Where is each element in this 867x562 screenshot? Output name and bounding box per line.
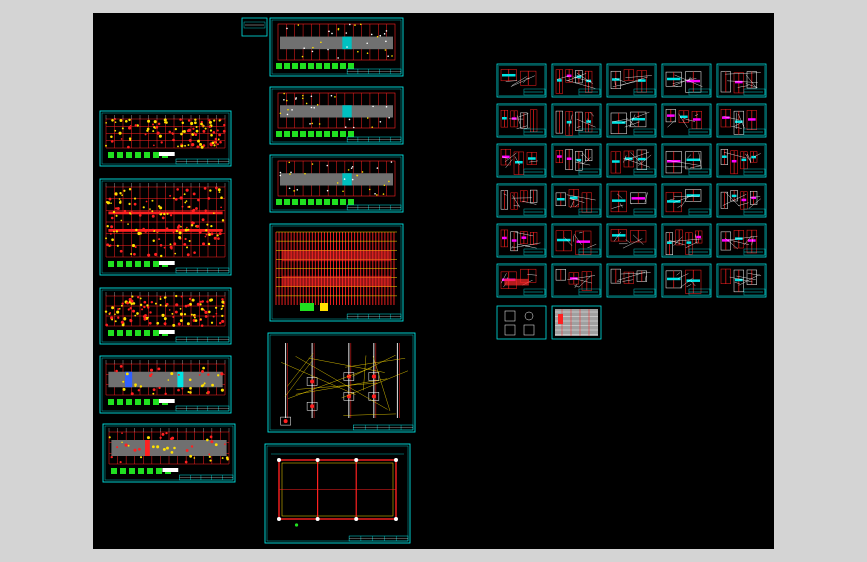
section-sheet-r5-c4[interactable] bbox=[661, 223, 712, 258]
plan-sheet-2[interactable] bbox=[99, 178, 232, 276]
section-sheet-r6-c3[interactable] bbox=[606, 263, 657, 298]
section-sheet-r5-c3[interactable] bbox=[606, 223, 657, 258]
section-sheet-r6-c2[interactable] bbox=[551, 263, 602, 298]
section-sheet-r3-c4[interactable] bbox=[661, 143, 712, 178]
section-sheet-r1-c2[interactable] bbox=[551, 63, 602, 98]
section-sheet-r2-c4[interactable] bbox=[661, 103, 712, 138]
cad-model-space[interactable] bbox=[93, 13, 774, 549]
section-sheet-r1-c1[interactable] bbox=[496, 63, 547, 98]
section-sheet-r4-c2[interactable] bbox=[551, 183, 602, 218]
section-sheet-r3-c5[interactable] bbox=[716, 143, 767, 178]
section-sheet-r5-c2[interactable] bbox=[551, 223, 602, 258]
frame-layout-sheet[interactable] bbox=[264, 443, 411, 544]
elevation-sheet-2[interactable] bbox=[269, 86, 404, 145]
plan-sheet-3[interactable] bbox=[99, 287, 232, 345]
schedule-table-sheet[interactable] bbox=[551, 305, 602, 340]
section-sheet-r2-c2[interactable] bbox=[551, 103, 602, 138]
symbol-legend-sheet[interactable] bbox=[496, 305, 547, 340]
section-sheet-r1-c4[interactable] bbox=[661, 63, 712, 98]
reinforcement-sheet[interactable] bbox=[269, 223, 404, 322]
section-sheet-r6-c1[interactable] bbox=[496, 263, 547, 298]
section-sheet-r1-c5[interactable] bbox=[716, 63, 767, 98]
section-sheet-r6-c5[interactable] bbox=[716, 263, 767, 298]
section-sheet-r4-c3[interactable] bbox=[606, 183, 657, 218]
section-sheet-r2-c3[interactable] bbox=[606, 103, 657, 138]
plan-sheet-5[interactable] bbox=[102, 423, 236, 483]
column-detail-sheet[interactable] bbox=[267, 332, 416, 433]
elevation-sheet-1[interactable] bbox=[269, 17, 404, 77]
section-sheet-r6-c4[interactable] bbox=[661, 263, 712, 298]
section-sheet-r4-c4[interactable] bbox=[661, 183, 712, 218]
section-sheet-r4-c1[interactable] bbox=[496, 183, 547, 218]
section-sheet-r2-c5[interactable] bbox=[716, 103, 767, 138]
cad-drawing[interactable] bbox=[93, 13, 774, 549]
section-sheet-r3-c3[interactable] bbox=[606, 143, 657, 178]
section-sheet-r3-c2[interactable] bbox=[551, 143, 602, 178]
section-sheet-r1-c3[interactable] bbox=[606, 63, 657, 98]
key-plan-thumb[interactable] bbox=[241, 17, 268, 37]
plan-sheet-4[interactable] bbox=[99, 355, 232, 414]
section-sheet-r2-c1[interactable] bbox=[496, 103, 547, 138]
elevation-sheet-3[interactable] bbox=[269, 154, 404, 213]
section-sheet-r5-c5[interactable] bbox=[716, 223, 767, 258]
section-sheet-r3-c1[interactable] bbox=[496, 143, 547, 178]
section-sheet-r4-c5[interactable] bbox=[716, 183, 767, 218]
plan-sheet-1[interactable] bbox=[99, 110, 232, 167]
section-sheet-r5-c1[interactable] bbox=[496, 223, 547, 258]
